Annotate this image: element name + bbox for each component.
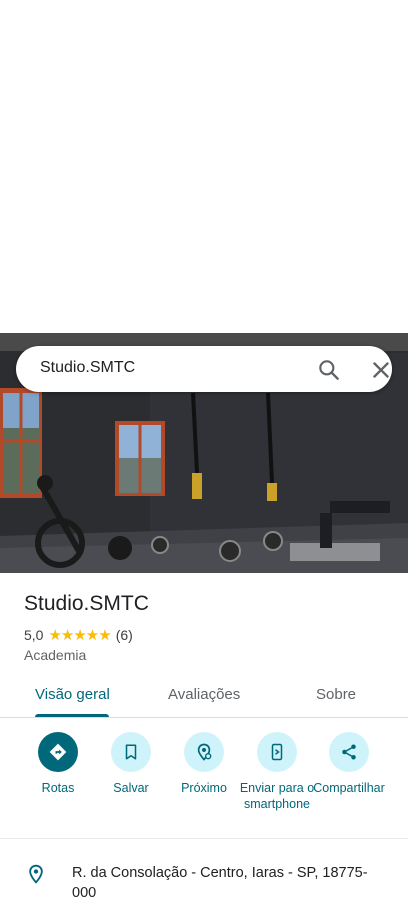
tab-bar: Visão geral Avaliações Sobre bbox=[0, 676, 408, 718]
nearby-button[interactable]: Próximo bbox=[164, 732, 244, 796]
rating-row[interactable]: 5,0 ★★★★★ (6) bbox=[24, 626, 133, 644]
share-button[interactable]: Compartilhar bbox=[309, 732, 389, 796]
save-button[interactable]: Salvar bbox=[91, 732, 171, 796]
address-text: R. da Consolação - Centro, Iaras - SP, 1… bbox=[72, 865, 368, 901]
tab-overview[interactable]: Visão geral bbox=[35, 686, 110, 703]
location-pin-icon bbox=[26, 863, 46, 890]
share-label: Compartilhar bbox=[313, 781, 385, 795]
active-tab-indicator bbox=[35, 714, 109, 717]
search-bar[interactable]: Studio.SMTC bbox=[16, 346, 392, 392]
save-label: Salvar bbox=[113, 781, 149, 795]
send-to-phone-icon bbox=[257, 732, 297, 772]
address-row[interactable]: R. da Consolação - Centro, Iaras - SP, 1… bbox=[0, 855, 408, 905]
tab-reviews[interactable]: Avaliações bbox=[168, 686, 240, 703]
share-icon bbox=[329, 732, 369, 772]
search-input[interactable]: Studio.SMTC bbox=[40, 359, 135, 377]
place-title: Studio.SMTC bbox=[24, 592, 149, 615]
tab-about[interactable]: Sobre bbox=[316, 686, 356, 703]
action-buttons: Rotas Salvar Próximo Enviar para o smart… bbox=[0, 732, 408, 838]
rating-stars: ★★★★★ bbox=[48, 627, 111, 644]
place-category: Academia bbox=[24, 647, 87, 663]
nearby-icon bbox=[184, 732, 224, 772]
send-to-phone-label: Enviar para o smartphone bbox=[239, 781, 315, 811]
section-divider bbox=[0, 838, 408, 839]
directions-button[interactable]: Rotas bbox=[18, 732, 98, 796]
send-to-phone-button[interactable]: Enviar para o smartphone bbox=[237, 732, 317, 812]
close-icon[interactable] bbox=[368, 357, 394, 383]
nearby-label: Próximo bbox=[181, 781, 227, 795]
map-blank-area bbox=[0, 0, 408, 333]
rating-value: 5,0 bbox=[24, 627, 44, 643]
review-count: (6) bbox=[115, 627, 133, 643]
bookmark-icon bbox=[111, 732, 151, 772]
directions-label: Rotas bbox=[41, 781, 75, 795]
search-icon[interactable] bbox=[316, 357, 342, 383]
directions-icon bbox=[38, 732, 78, 772]
